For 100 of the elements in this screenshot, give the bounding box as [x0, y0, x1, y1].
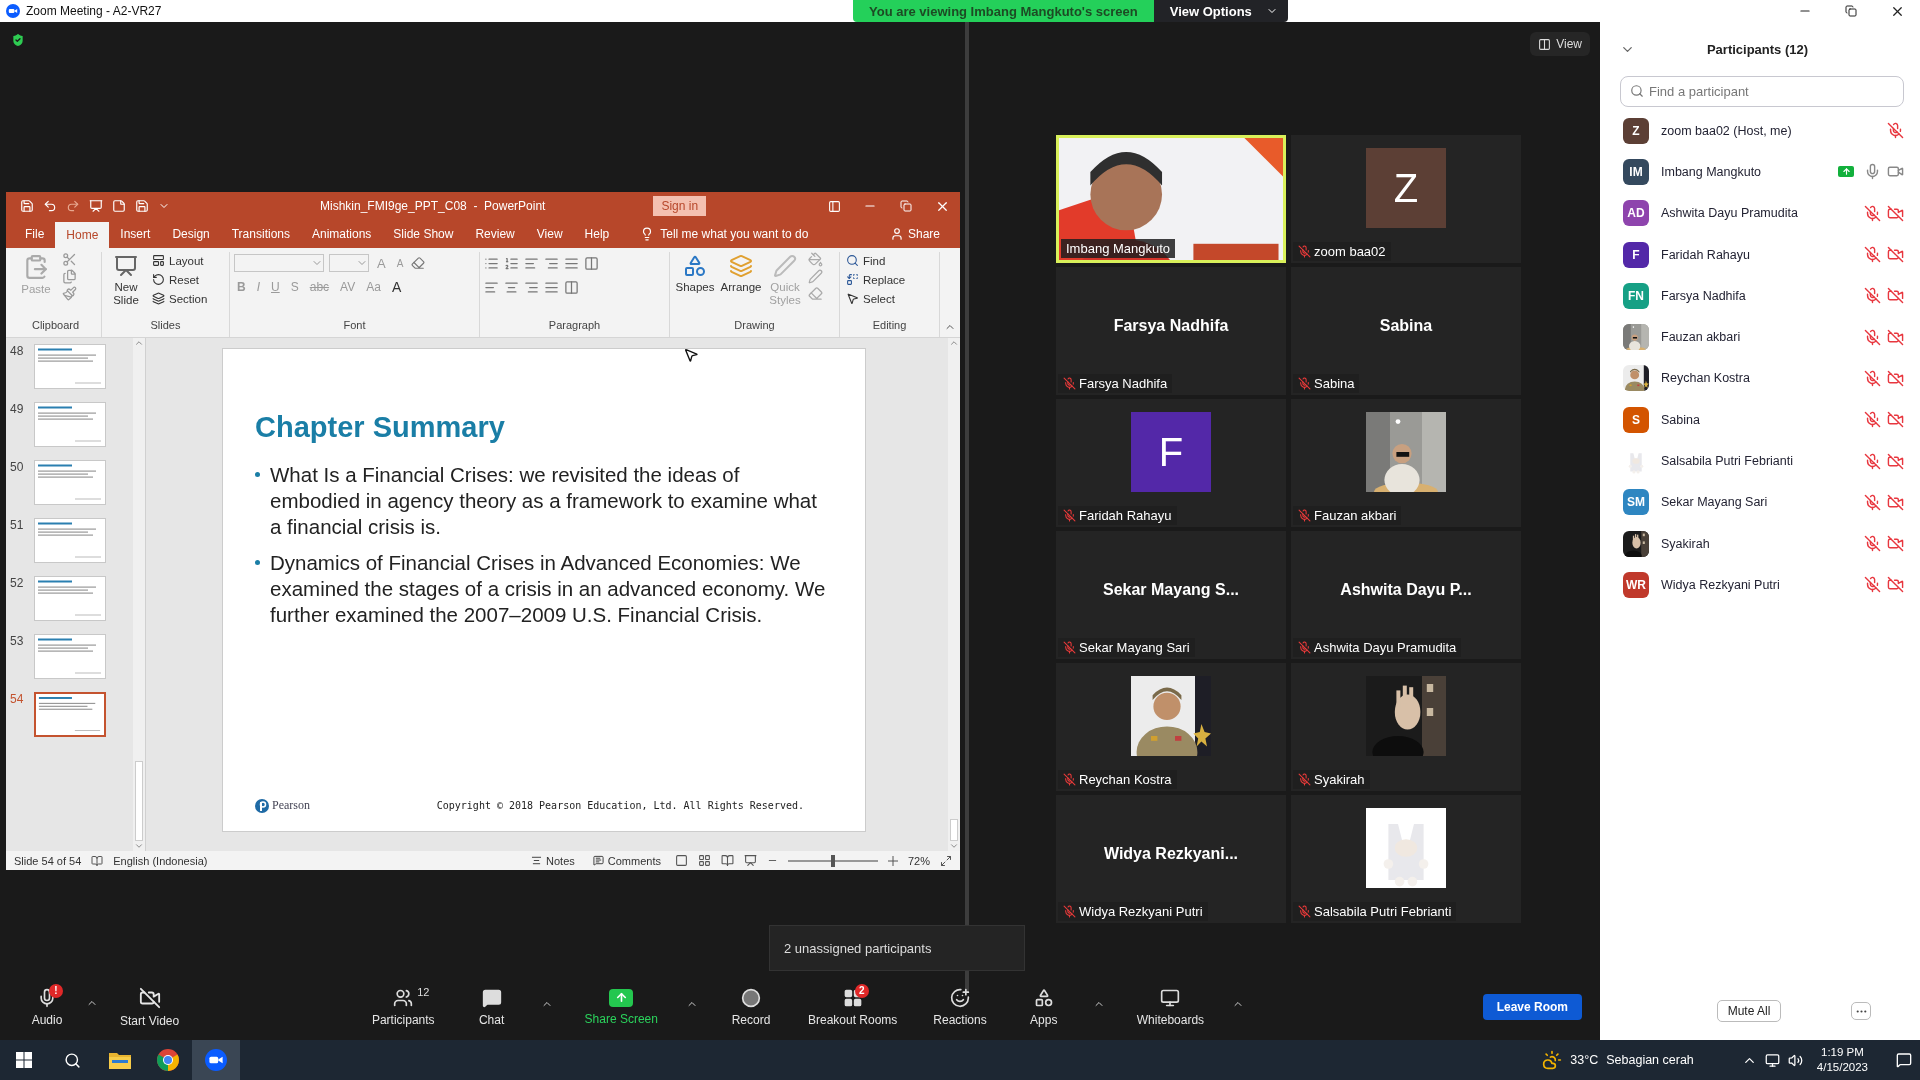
copy-icon[interactable]	[62, 269, 77, 284]
ribbon-button[interactable]: Reset	[150, 271, 210, 288]
redo-icon[interactable]	[66, 199, 80, 213]
slide-thumbnail[interactable]	[34, 576, 106, 621]
font-button[interactable]: A	[388, 277, 405, 297]
scroll-up-icon[interactable]	[134, 338, 144, 348]
slide-thumbnail[interactable]	[34, 402, 106, 447]
toolbar-button[interactable]: Reactions	[929, 987, 991, 1027]
zoom-slider-thumb[interactable]	[830, 854, 835, 867]
new-file-icon[interactable]	[112, 199, 126, 213]
format-painter-icon[interactable]	[62, 286, 77, 301]
muted-mic-icon[interactable]	[1864, 287, 1881, 305]
ribbon-tab[interactable]: Insert	[109, 222, 162, 246]
slide-thumbnail[interactable]	[34, 692, 106, 737]
leave-room-button[interactable]: Leave Room	[1482, 994, 1582, 1020]
align-left-icon[interactable]	[484, 279, 499, 295]
ribbon-tab[interactable]: View	[525, 222, 574, 246]
slide-thumbnail[interactable]	[34, 634, 106, 679]
present-icon[interactable]	[89, 199, 103, 213]
numbering-icon[interactable]	[504, 255, 519, 271]
ribbon-tab[interactable]: Animations	[301, 222, 383, 246]
video-off-icon[interactable]	[1887, 452, 1904, 470]
video-off-icon[interactable]	[1887, 411, 1904, 429]
align-center-icon[interactable]	[504, 279, 519, 295]
undo-icon[interactable]	[43, 199, 57, 213]
muted-mic-icon[interactable]	[1864, 204, 1881, 222]
ribbon-button[interactable]: Select	[844, 290, 908, 307]
align-right-icon[interactable]	[524, 279, 539, 295]
participant-row[interactable]: Z zoom baa02 (Host, me)	[1600, 110, 1920, 152]
slideshow-icon[interactable]	[743, 854, 757, 867]
scroll-down-icon[interactable]	[134, 841, 144, 851]
ribbon-tab[interactable]: File	[14, 222, 56, 246]
muted-mic-icon[interactable]	[1864, 246, 1881, 264]
scrollbar-thumb[interactable]	[135, 761, 143, 841]
comments-button[interactable]: Comments	[588, 854, 665, 867]
fit-slide-icon[interactable]	[940, 854, 952, 867]
ribbon-button[interactable]: Section	[150, 290, 210, 307]
participant-row[interactable]: WR Widya Rezkyani Putri	[1600, 564, 1920, 606]
scrollbar[interactable]	[948, 338, 960, 851]
mute-all-button[interactable]: Mute All	[1716, 1000, 1782, 1022]
muted-mic-icon[interactable]	[1864, 369, 1881, 387]
video-off-icon[interactable]	[1887, 328, 1904, 346]
normal-view-icon[interactable]	[674, 854, 688, 867]
notes-button[interactable]: Notes	[527, 854, 579, 867]
participant-row[interactable]: F Faridah Rahayu	[1600, 233, 1920, 276]
participant-row[interactable]: Syakirah	[1600, 522, 1920, 565]
ribbon-button[interactable]: Replace	[844, 271, 908, 288]
participant-row[interactable]: SM Sekar Mayang Sari	[1600, 481, 1920, 523]
participant-row[interactable]: IM Imbang Mangkuto	[1600, 151, 1920, 193]
text-direction-icon[interactable]	[584, 255, 599, 271]
mic-icon[interactable]	[1864, 163, 1881, 181]
muted-mic-icon[interactable]	[1864, 493, 1881, 511]
video-off-icon[interactable]	[1887, 576, 1904, 594]
toolbar-button[interactable]: Start Video	[116, 986, 184, 1028]
slide-sorter-icon[interactable]	[697, 854, 711, 867]
ribbon-button[interactable]: Find	[844, 252, 908, 269]
taskbar-app[interactable]	[192, 1040, 240, 1080]
slide-thumbnail[interactable]	[34, 460, 106, 505]
video-off-icon[interactable]	[1887, 246, 1904, 264]
toolbar-button[interactable]: 12 Participants	[367, 987, 439, 1027]
scroll-down-icon[interactable]	[949, 841, 959, 851]
ribbon-button[interactable]: Layout	[150, 252, 210, 269]
toolbar-button[interactable]: Whiteboards	[1132, 987, 1209, 1027]
ribbon-button[interactable]: Arrange	[720, 252, 762, 319]
volume-icon[interactable]	[1787, 1052, 1803, 1068]
video-off-icon[interactable]	[1887, 287, 1904, 305]
muted-mic-icon[interactable]	[1864, 576, 1881, 594]
more-button[interactable]	[1851, 1002, 1872, 1020]
ribbon-button[interactable]: Shapes	[674, 252, 716, 319]
scrollbar-thumb[interactable]	[950, 819, 958, 841]
slide-thumbnail[interactable]	[34, 518, 106, 563]
muted-mic-icon[interactable]	[1864, 411, 1881, 429]
toolbar-button[interactable]: Apps	[1018, 987, 1069, 1027]
ribbon-tab[interactable]: Slide Show	[382, 222, 465, 246]
search-field[interactable]: Find a participant	[1620, 76, 1904, 107]
save-icon[interactable]	[20, 199, 34, 213]
ribbon-tab[interactable]: Home	[55, 222, 110, 248]
notifications-icon[interactable]	[1896, 1052, 1912, 1068]
columns-icon[interactable]	[564, 279, 579, 295]
participant-row[interactable]: Reychan Kostra	[1600, 357, 1920, 400]
toolbar-button[interactable]: Share Screen	[580, 988, 662, 1026]
zoom-in-icon[interactable]	[887, 855, 898, 866]
video-off-icon[interactable]	[1887, 369, 1904, 387]
participant-row[interactable]: Fauzan akbari	[1600, 316, 1920, 358]
ribbon-tab[interactable]: Transitions	[220, 222, 301, 246]
scrollbar[interactable]	[133, 338, 145, 851]
participant-row[interactable]: S Sabina	[1600, 399, 1920, 441]
ribbon-tab[interactable]: Help	[573, 222, 621, 246]
muted-mic-icon[interactable]	[1864, 452, 1881, 470]
video-off-icon[interactable]	[1887, 535, 1904, 553]
ribbon-tab[interactable]: Design	[161, 222, 221, 246]
save-as-icon[interactable]	[135, 199, 149, 213]
new-slide-button[interactable]: New Slide	[106, 252, 146, 319]
reading-view-icon[interactable]	[720, 854, 734, 867]
video-off-icon[interactable]	[1887, 493, 1904, 511]
justify-icon[interactable]	[544, 279, 559, 295]
slide-thumbnail[interactable]	[34, 344, 106, 389]
participant-row[interactable]: Salsabila Putri Febrianti	[1600, 440, 1920, 482]
scroll-up-icon[interactable]	[949, 338, 959, 348]
view-options-button[interactable]: View Options	[1153, 0, 1288, 22]
